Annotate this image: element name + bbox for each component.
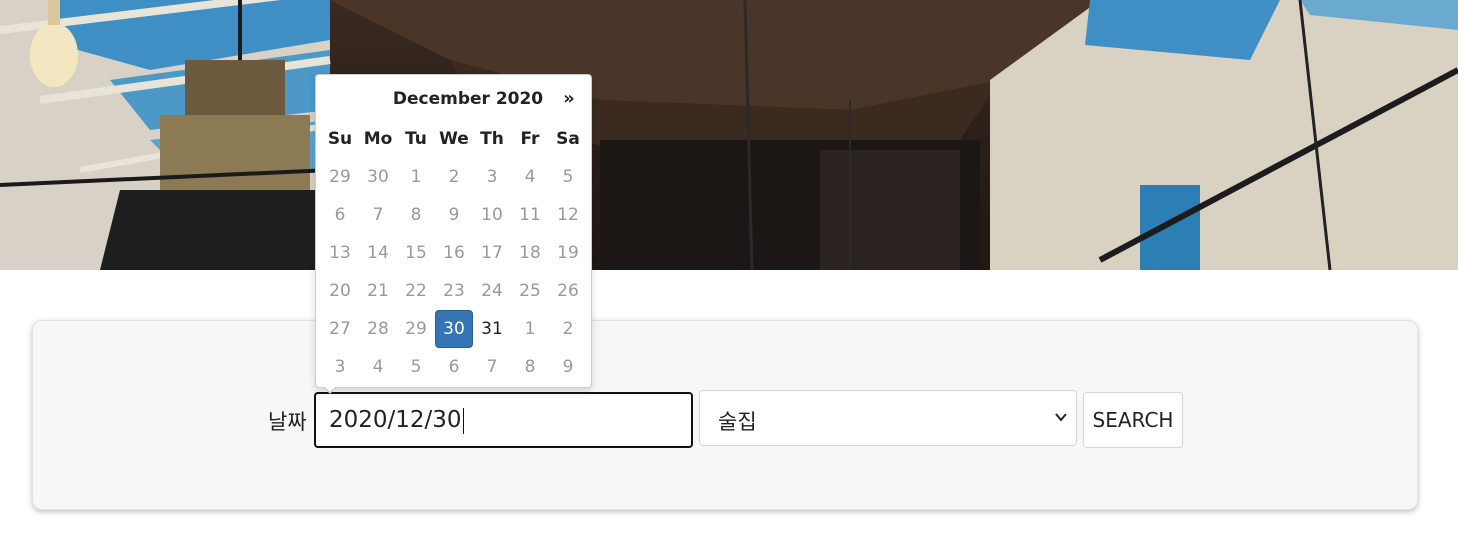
- day-cell[interactable]: 29: [397, 310, 435, 348]
- cafe-interior-illustration: [0, 0, 1458, 270]
- datepicker-popup: December 2020 » Su Mo Tu We Th Fr Sa 29 30 1 2 3 4 5 6…: [315, 74, 592, 388]
- day-cell[interactable]: 30: [359, 158, 397, 196]
- day-cell[interactable]: 29: [321, 158, 359, 196]
- day-cell[interactable]: 14: [359, 234, 397, 272]
- day-cell[interactable]: 20: [321, 272, 359, 310]
- hero-banner-image: [0, 0, 1458, 270]
- day-cell[interactable]: 4: [359, 348, 397, 386]
- day-cell[interactable]: 25: [511, 272, 549, 310]
- day-cell[interactable]: 19: [549, 234, 587, 272]
- datepicker-month-title[interactable]: December 2020: [368, 89, 568, 109]
- chevron-down-icon: [1055, 413, 1067, 422]
- weekday-header: Fr: [520, 129, 540, 149]
- day-cell[interactable]: 16: [435, 234, 473, 272]
- day-cell[interactable]: 23: [435, 272, 473, 310]
- weekday-header: Th: [480, 129, 504, 149]
- datepicker-calendar-grid: Su Mo Tu We Th Fr Sa 29 30 1 2 3 4 5 6 7 8 9 10 11 12 13 14 15 1…: [321, 120, 587, 386]
- day-cell[interactable]: 27: [321, 310, 359, 348]
- day-cell[interactable]: 2: [435, 158, 473, 196]
- day-cell[interactable]: 1: [397, 158, 435, 196]
- day-cell[interactable]: 22: [397, 272, 435, 310]
- datepicker-pointer-inner: [324, 386, 336, 392]
- date-input[interactable]: 2020/12/30: [314, 392, 693, 448]
- day-cell[interactable]: 10: [473, 196, 511, 234]
- day-cell[interactable]: 3: [321, 348, 359, 386]
- search-button[interactable]: SEARCH: [1083, 392, 1183, 448]
- day-cell[interactable]: 3: [473, 158, 511, 196]
- day-cell-selected[interactable]: 30: [435, 310, 473, 348]
- weekday-header: We: [439, 129, 469, 149]
- text-caret: [462, 407, 464, 434]
- day-cell[interactable]: 15: [397, 234, 435, 272]
- category-select-value: 술집: [718, 410, 757, 434]
- day-cell[interactable]: 18: [511, 234, 549, 272]
- day-cell[interactable]: 12: [549, 196, 587, 234]
- weekday-header: Tu: [405, 129, 427, 149]
- date-label: 날짜: [268, 410, 307, 434]
- day-cell[interactable]: 11: [511, 196, 549, 234]
- datepicker-next-button[interactable]: »: [559, 88, 579, 109]
- weekday-header: Sa: [556, 129, 580, 149]
- day-cell[interactable]: 26: [549, 272, 587, 310]
- day-cell[interactable]: 7: [359, 196, 397, 234]
- day-cell[interactable]: 24: [473, 272, 511, 310]
- day-cell[interactable]: 17: [473, 234, 511, 272]
- day-cell[interactable]: 9: [549, 348, 587, 386]
- category-select[interactable]: 술집: [699, 390, 1077, 446]
- day-cell[interactable]: 4: [511, 158, 549, 196]
- day-cell[interactable]: 2: [549, 310, 587, 348]
- day-cell[interactable]: 6: [435, 348, 473, 386]
- day-cell[interactable]: 6: [321, 196, 359, 234]
- day-cell[interactable]: 21: [359, 272, 397, 310]
- day-cell[interactable]: 5: [549, 158, 587, 196]
- date-input-value: 2020/12/30: [329, 407, 462, 433]
- day-cell[interactable]: 13: [321, 234, 359, 272]
- day-cell[interactable]: 5: [397, 348, 435, 386]
- day-cell[interactable]: 9: [435, 196, 473, 234]
- day-cell[interactable]: 7: [473, 348, 511, 386]
- day-cell[interactable]: 28: [359, 310, 397, 348]
- day-cell[interactable]: 1: [511, 310, 549, 348]
- day-cell[interactable]: 8: [511, 348, 549, 386]
- day-cell[interactable]: 31: [473, 310, 511, 348]
- weekday-header: Su: [327, 129, 353, 149]
- day-cell[interactable]: 8: [397, 196, 435, 234]
- weekday-header: Mo: [363, 129, 393, 149]
